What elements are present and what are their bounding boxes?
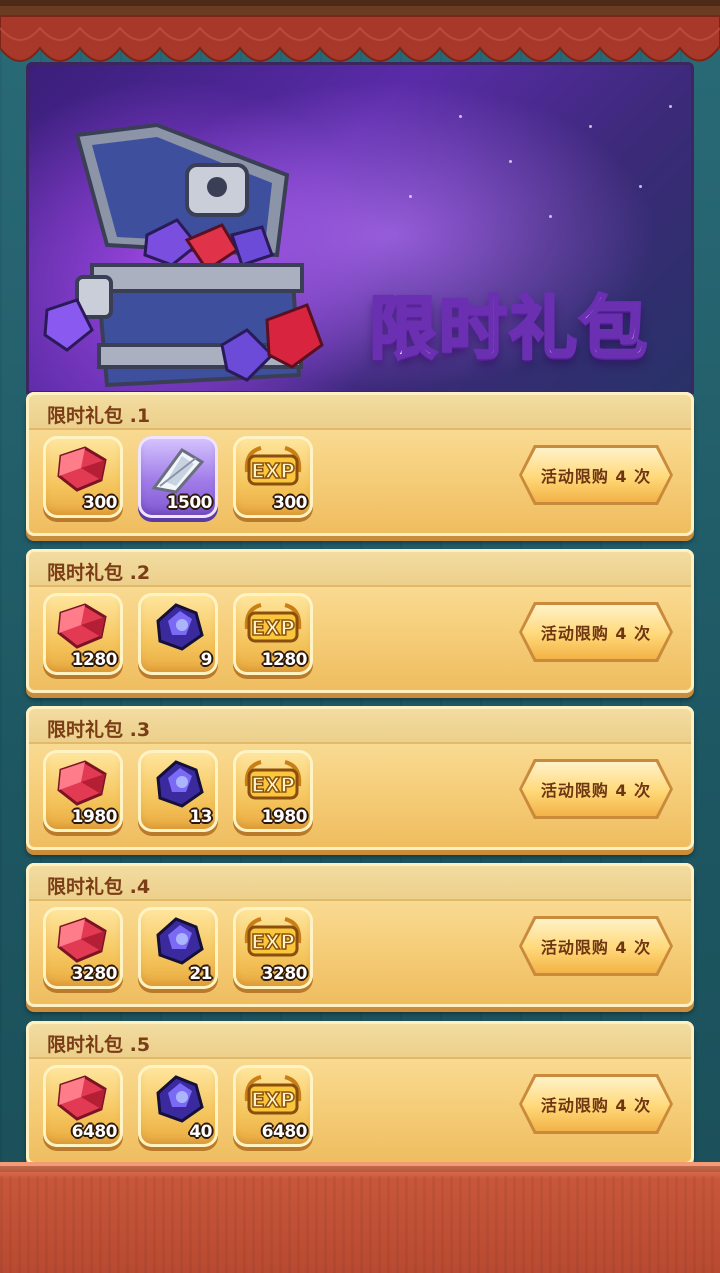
reward-item[interactable]: 21 xyxy=(138,907,218,989)
pack-header: 限时礼包 .5 xyxy=(29,1024,691,1059)
pack-card: 限时礼包 .2 1280 9 EXP 1280 活动限购 4 次 xyxy=(26,549,694,693)
exp-icon: EXP xyxy=(244,760,302,800)
purchase-limit-button[interactable]: 活动限购 4 次 xyxy=(522,919,670,973)
pack-card: 限时礼包 .5 6480 40 EXP 6480 活动限购 4 次 xyxy=(26,1021,694,1165)
reward-count: 3280 xyxy=(71,964,118,984)
promo-banner: 限时礼包 xyxy=(26,62,694,394)
sapphire-crystal-icon xyxy=(156,603,204,651)
reward-count: 6480 xyxy=(71,1122,118,1142)
reward-item[interactable]: 6480 xyxy=(43,1065,123,1147)
reward-item[interactable]: EXP 1980 xyxy=(233,750,313,832)
purchase-limit-button[interactable]: 活动限购 4 次 xyxy=(522,1077,670,1131)
reward-count: 21 xyxy=(189,964,212,984)
exp-icon: EXP xyxy=(244,603,302,643)
pack-card: 限时礼包 .4 3280 21 EXP 3280 活动限购 4 次 xyxy=(26,863,694,1007)
ruby-gem-icon xyxy=(57,760,107,806)
reward-item[interactable]: EXP 300 xyxy=(233,436,313,518)
pack-card: 限时礼包 .3 1980 13 EXP 1980 活动限购 4 次 xyxy=(26,706,694,850)
sapphire-crystal-icon xyxy=(156,760,204,808)
purchase-limit-label: 活动限购 4 次 xyxy=(540,938,652,957)
curtain-valance xyxy=(0,0,720,62)
reward-count: 300 xyxy=(273,493,308,513)
reward-item[interactable]: 1280 xyxy=(43,593,123,675)
reward-item[interactable]: 9 xyxy=(138,593,218,675)
sapphire-crystal-icon xyxy=(156,917,204,965)
reward-count: 13 xyxy=(189,807,212,827)
pack-header: 限时礼包 .3 xyxy=(29,709,691,744)
sapphire-crystal-icon xyxy=(156,1075,204,1123)
pack-title: 限时礼包 .3 xyxy=(47,719,151,741)
ruby-gem-icon xyxy=(57,603,107,649)
reward-count: 1280 xyxy=(71,650,118,670)
reward-item[interactable]: 300 xyxy=(43,436,123,518)
reward-item[interactable]: 1980 xyxy=(43,750,123,832)
pack-header: 限时礼包 .2 xyxy=(29,552,691,587)
reward-count: 1500 xyxy=(166,493,213,513)
reward-count: 300 xyxy=(83,493,118,513)
reward-count: 40 xyxy=(189,1122,212,1142)
ruby-gem-icon xyxy=(57,1075,107,1121)
bottom-wood-bar xyxy=(0,1162,720,1273)
treasure-chest-icon xyxy=(43,122,324,388)
reward-item[interactable]: 40 xyxy=(138,1065,218,1147)
reward-count: 1980 xyxy=(261,807,308,827)
banner-title: 限时礼包 xyxy=(367,289,650,371)
reward-count: 9 xyxy=(200,650,213,670)
ruby-gem-icon xyxy=(57,917,107,963)
svg-text:EXP: EXP xyxy=(251,459,295,483)
svg-text:EXP: EXP xyxy=(251,616,295,640)
reward-item[interactable]: 13 xyxy=(138,750,218,832)
pack-header: 限时礼包 .4 xyxy=(29,866,691,901)
reward-count: 6480 xyxy=(261,1122,308,1142)
reward-count: 1980 xyxy=(71,807,118,827)
reward-item[interactable]: 3280 xyxy=(43,907,123,989)
purchase-limit-label: 活动限购 4 次 xyxy=(540,1096,652,1115)
exp-icon: EXP xyxy=(244,1075,302,1115)
pack-title: 限时礼包 .1 xyxy=(47,405,151,427)
svg-text:EXP: EXP xyxy=(251,930,295,954)
pack-title: 限时礼包 .5 xyxy=(47,1034,151,1056)
reward-item[interactable]: EXP 1280 xyxy=(233,593,313,675)
purchase-limit-button[interactable]: 活动限购 4 次 xyxy=(522,448,670,502)
reward-item[interactable]: 1500 xyxy=(138,436,218,518)
pack-header: 限时礼包 .1 xyxy=(29,395,691,430)
svg-text:EXP: EXP xyxy=(251,1088,295,1112)
exp-icon: EXP xyxy=(244,446,302,486)
purchase-limit-button[interactable]: 活动限购 4 次 xyxy=(522,762,670,816)
pack-title: 限时礼包 .2 xyxy=(47,562,151,584)
reward-item[interactable]: EXP 6480 xyxy=(233,1065,313,1147)
purchase-limit-label: 活动限购 4 次 xyxy=(540,467,652,486)
purchase-limit-label: 活动限购 4 次 xyxy=(540,781,652,800)
pack-title: 限时礼包 .4 xyxy=(47,876,151,898)
svg-text:EXP: EXP xyxy=(251,773,295,797)
reward-item[interactable]: EXP 3280 xyxy=(233,907,313,989)
purchase-limit-label: 活动限购 4 次 xyxy=(540,624,652,643)
exp-icon: EXP xyxy=(244,917,302,957)
arrow-upgrade-icon xyxy=(151,448,205,494)
reward-count: 1280 xyxy=(261,650,308,670)
pack-card: 限时礼包 .1 300 1500 EXP 300 活动限购 4 次 xyxy=(26,392,694,536)
purchase-limit-button[interactable]: 活动限购 4 次 xyxy=(522,605,670,659)
reward-count: 3280 xyxy=(261,964,308,984)
ruby-gem-icon xyxy=(57,446,107,492)
